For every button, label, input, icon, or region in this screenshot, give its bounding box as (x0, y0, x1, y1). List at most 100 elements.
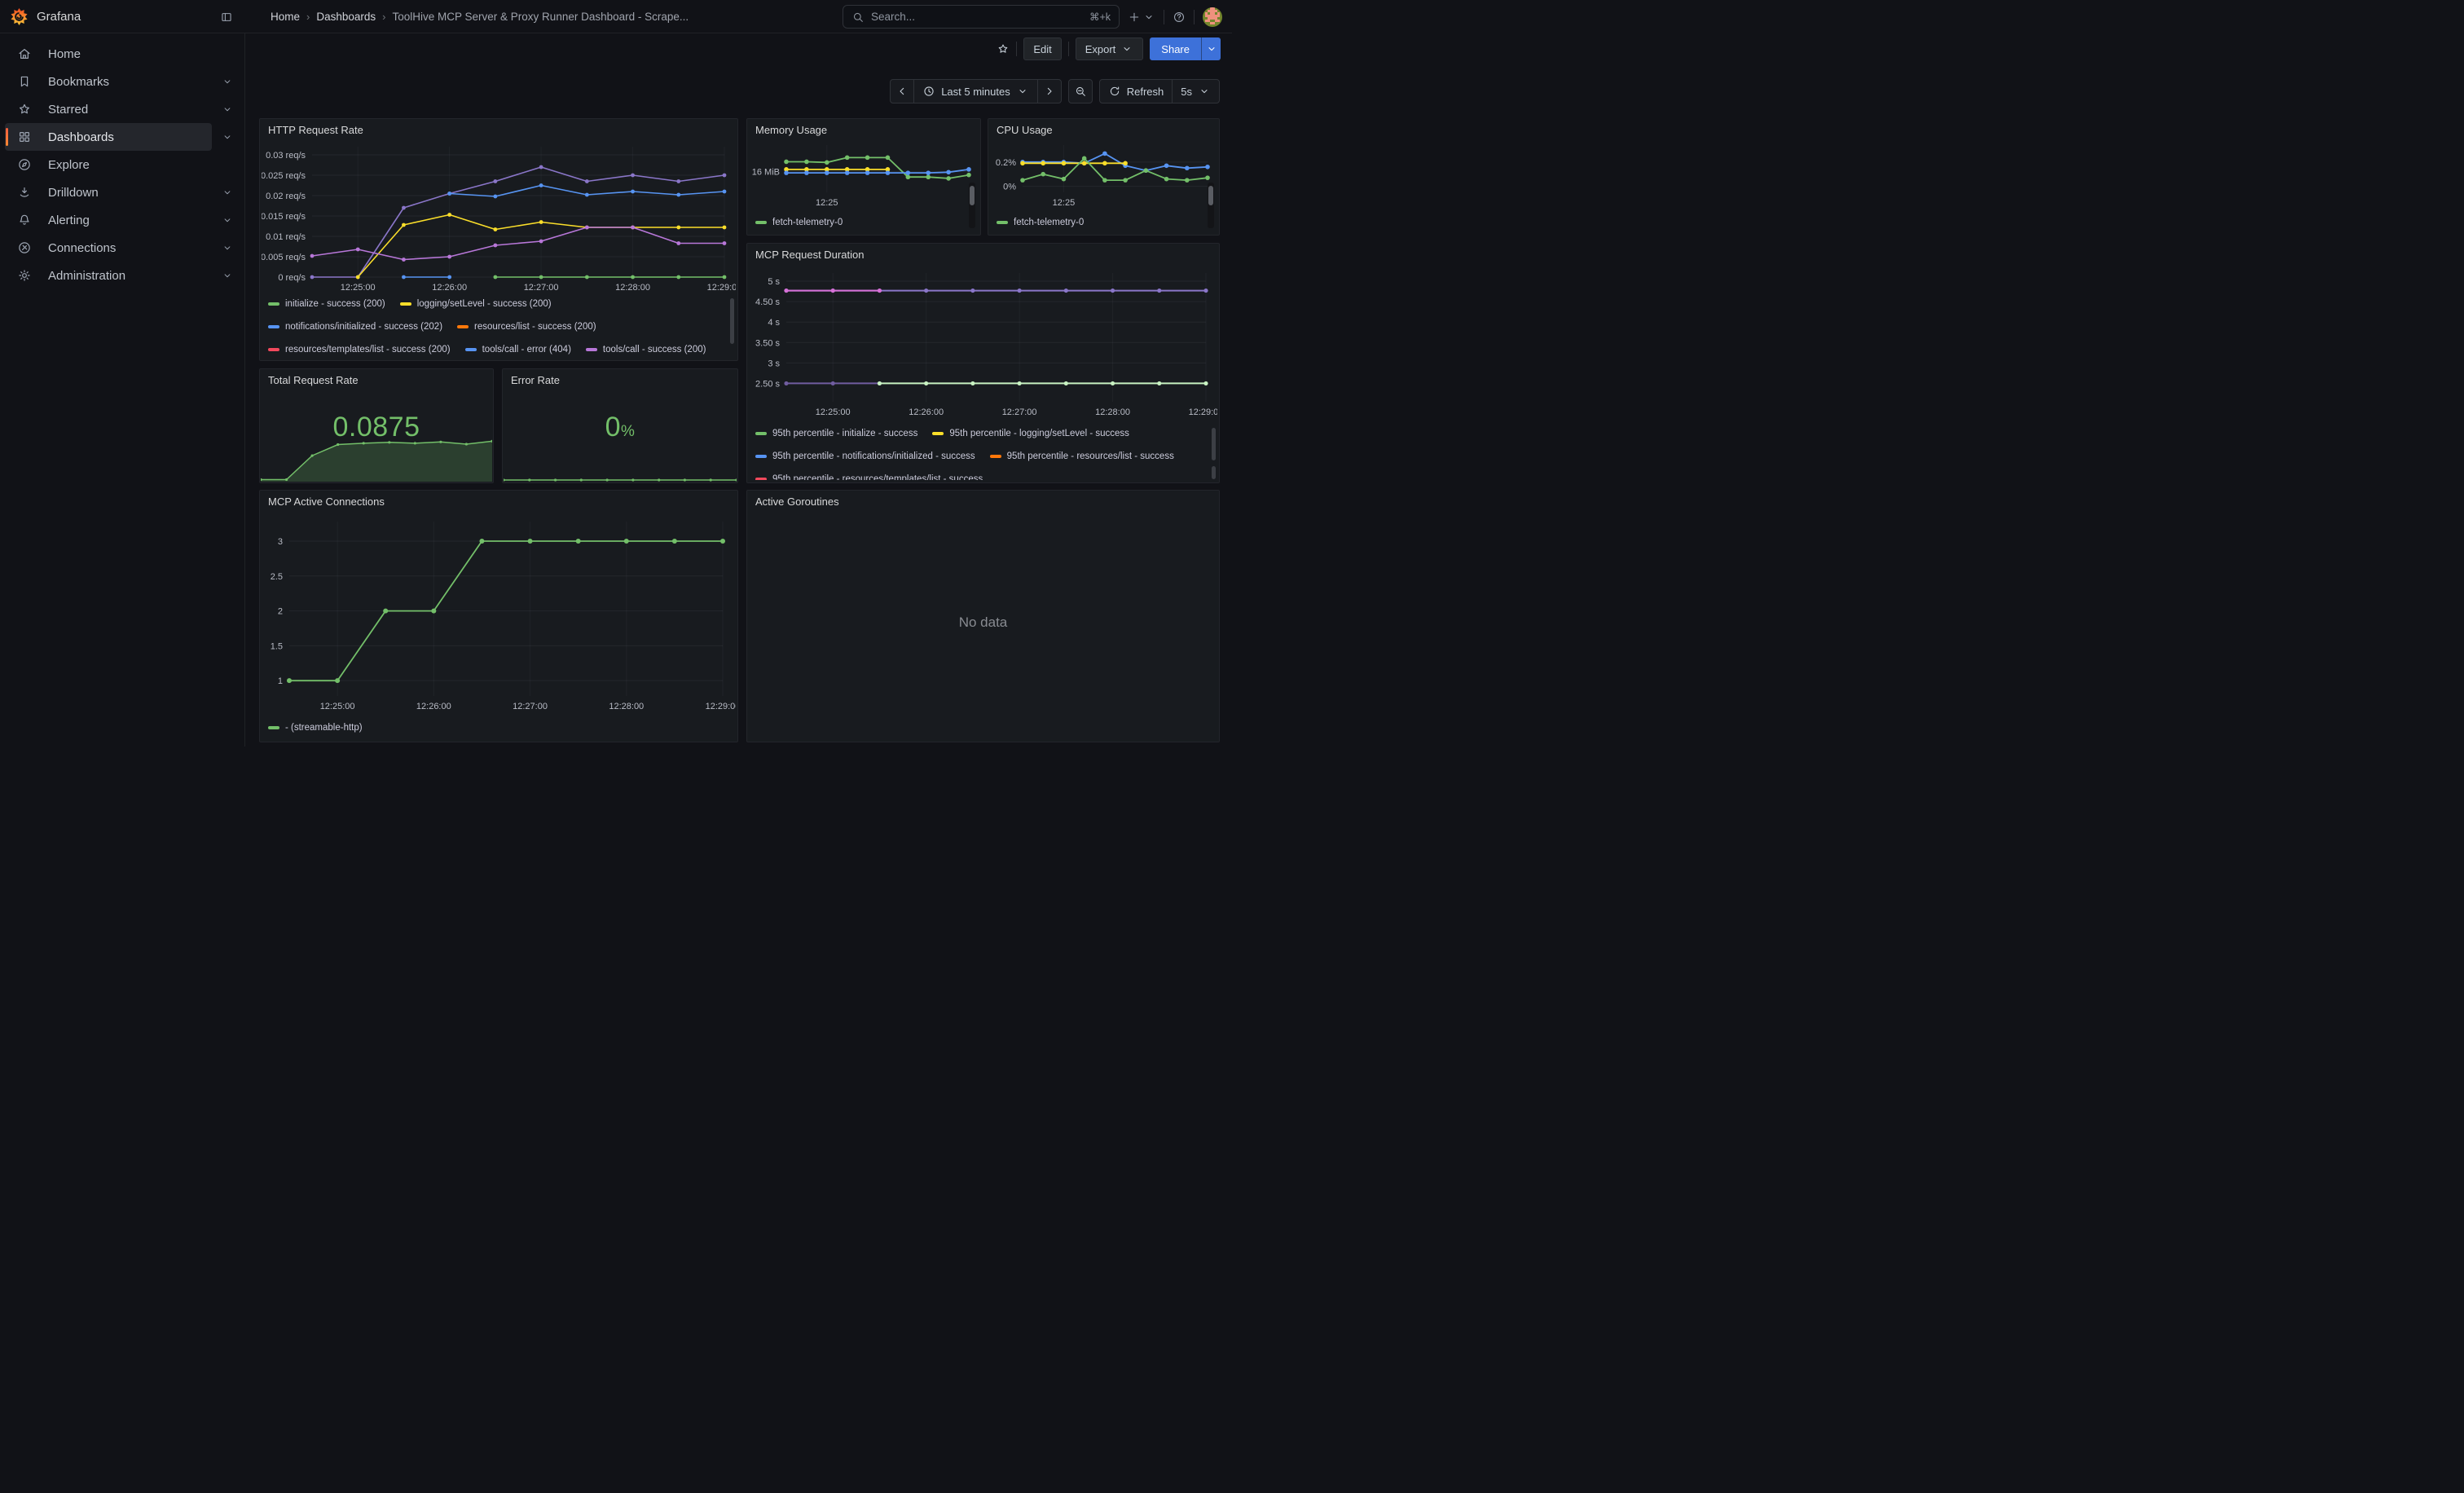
cpu-usage-chart[interactable]: 12:250.2%0% (990, 139, 1217, 207)
duration-legend-item[interactable]: 95th percentile - resources/templates/li… (755, 473, 983, 480)
x-axis-tick-label: 12:28:00 (615, 283, 650, 293)
y-axis-tick-label: 0.2% (996, 158, 1016, 168)
favorite-star-button[interactable] (997, 37, 1010, 60)
legend-scrollbar[interactable] (730, 298, 734, 344)
memory-legend: fetch-telemetry-0 (755, 214, 857, 231)
breadcrumb-dashboards[interactable]: Dashboards (316, 11, 376, 23)
data-point (825, 170, 829, 175)
time-range-picker[interactable]: Last 5 minutes (913, 79, 1038, 103)
duration-legend-item[interactable]: 95th percentile - initialize - success (755, 428, 917, 439)
sidebar-item-bookmarks[interactable]: Bookmarks (5, 68, 212, 95)
sidebar-item-drilldown[interactable]: Drilldown (5, 178, 212, 206)
search-input[interactable]: Search... ⌘+k (843, 5, 1120, 29)
panel-scrollbar[interactable] (1212, 466, 1216, 479)
sidebar-item-home[interactable]: Home (5, 40, 212, 68)
y-axis-tick-label: 0.025 req/s (262, 171, 306, 181)
share-button[interactable]: Share (1150, 37, 1201, 60)
x-axis-tick-label: 12:27:00 (513, 702, 548, 711)
share-dropdown-button[interactable] (1201, 37, 1221, 60)
legend-scrollbar[interactable] (970, 186, 975, 205)
time-range-back-button[interactable] (890, 79, 914, 103)
chevron-down-icon[interactable] (222, 214, 233, 226)
refresh-interval-dropdown[interactable]: 5s (1172, 79, 1220, 103)
http-legend-item[interactable]: resources/list - success (200) (457, 321, 596, 333)
zoom-out-icon (1074, 85, 1087, 98)
data-point (1018, 288, 1022, 293)
panel-title[interactable]: Active Goroutines (747, 491, 1219, 508)
data-point (493, 244, 497, 248)
sidebar-item-alerting[interactable]: Alerting (5, 206, 212, 234)
sidebar-item-label: Starred (48, 103, 88, 117)
legend-series-color-chip (268, 726, 279, 729)
data-point (1205, 175, 1210, 180)
data-point (804, 170, 809, 175)
chevron-down-icon[interactable] (222, 131, 233, 143)
series-line (312, 167, 724, 277)
duration-legend-item[interactable]: 95th percentile - resources/list - succe… (990, 451, 1174, 462)
sidebar-item-connections[interactable]: Connections (5, 234, 212, 262)
connections-legend-item[interactable]: - (streamable-http) (268, 722, 363, 733)
x-axis-tick-label: 12:25 (1053, 198, 1076, 207)
user-avatar[interactable] (1203, 7, 1222, 27)
share-split-button: Share (1150, 37, 1221, 60)
data-point (926, 174, 931, 179)
chevron-down-icon[interactable] (222, 103, 233, 115)
grafana-logo-icon[interactable] (10, 7, 29, 26)
zoom-out-button[interactable] (1068, 79, 1093, 103)
chevron-down-icon[interactable] (222, 187, 233, 198)
sidebar-item-explore[interactable]: Explore (5, 151, 212, 178)
edit-button[interactable]: Edit (1023, 37, 1061, 60)
http-legend-item[interactable]: initialize - success (200) (268, 298, 385, 310)
panel-title[interactable]: HTTP Request Rate (260, 119, 737, 136)
legend-series-color-chip (932, 432, 944, 435)
chevron-down-icon[interactable] (222, 76, 233, 87)
help-button[interactable] (1173, 6, 1186, 29)
data-point (1082, 156, 1087, 161)
refresh-button[interactable]: Refresh (1099, 79, 1173, 103)
time-range-forward-button[interactable] (1037, 79, 1062, 103)
data-point (539, 240, 543, 244)
breadcrumb-home[interactable]: Home (271, 11, 300, 23)
panel-memory-usage: Memory Usage 12:2516 MiB fetch-telemetry… (746, 118, 981, 236)
memory-legend-item[interactable]: fetch-telemetry-0 (755, 217, 843, 228)
panel-title[interactable]: MCP Request Duration (747, 244, 1219, 261)
http-legend-item[interactable]: notifications/initialized - success (202… (268, 321, 442, 333)
mcp-active-connections-chart[interactable]: 12:25:0012:26:0012:27:0012:28:0012:29:00… (262, 513, 736, 717)
search-placeholder: Search... (871, 11, 1083, 23)
export-button[interactable]: Export (1076, 37, 1144, 60)
data-point (631, 174, 635, 178)
sidebar-toggle-icon[interactable] (220, 7, 240, 27)
legend-series-color-chip (755, 221, 767, 224)
sidebar-item-administration[interactable]: Administration (5, 262, 212, 289)
cpu-legend-item[interactable]: fetch-telemetry-0 (997, 217, 1084, 228)
add-new-button[interactable] (1128, 6, 1155, 29)
data-point (585, 275, 589, 280)
mcp-request-duration-chart[interactable]: 12:25:0012:26:0012:27:0012:28:0012:29:00… (749, 265, 1217, 421)
breadcrumb-current-page: ToolHive MCP Server & Proxy Runner Dashb… (393, 11, 689, 23)
legend-scrollbar[interactable] (1208, 186, 1213, 205)
panel-title[interactable]: CPU Usage (988, 119, 1219, 136)
data-point (1205, 165, 1210, 170)
panel-title[interactable]: MCP Active Connections (260, 491, 737, 508)
star-icon (17, 102, 32, 117)
http-legend-item[interactable]: tools/call - error (404) (465, 344, 571, 355)
sidebar-item-starred[interactable]: Starred (5, 95, 212, 123)
data-point (1102, 161, 1107, 166)
panel-title[interactable]: Error Rate (503, 369, 737, 386)
panel-title[interactable]: Memory Usage (747, 119, 980, 136)
duration-legend-item[interactable]: 95th percentile - logging/setLevel - suc… (932, 428, 1129, 439)
sidebar-item-dashboards[interactable]: Dashboards (5, 123, 212, 151)
chevron-down-icon[interactable] (222, 242, 233, 253)
http-legend-item[interactable]: resources/templates/list - success (200) (268, 344, 451, 355)
http-request-rate-chart[interactable]: 12:25:0012:26:0012:27:0012:28:0012:29:00… (262, 140, 736, 295)
legend-scrollbar[interactable] (1212, 428, 1216, 460)
chevron-down-icon[interactable] (222, 270, 233, 281)
duration-legend-item[interactable]: 95th percentile - notifications/initiali… (755, 451, 975, 462)
http-legend-item[interactable]: tools/call - success (200) (586, 344, 706, 355)
http-legend-item[interactable]: logging/setLevel - success (200) (400, 298, 552, 310)
panel-title[interactable]: Total Request Rate (260, 369, 493, 386)
error-rate-value: 0% (503, 412, 737, 443)
memory-usage-chart[interactable]: 12:2516 MiB (749, 139, 979, 207)
data-point (1111, 288, 1115, 293)
data-point (784, 381, 788, 385)
